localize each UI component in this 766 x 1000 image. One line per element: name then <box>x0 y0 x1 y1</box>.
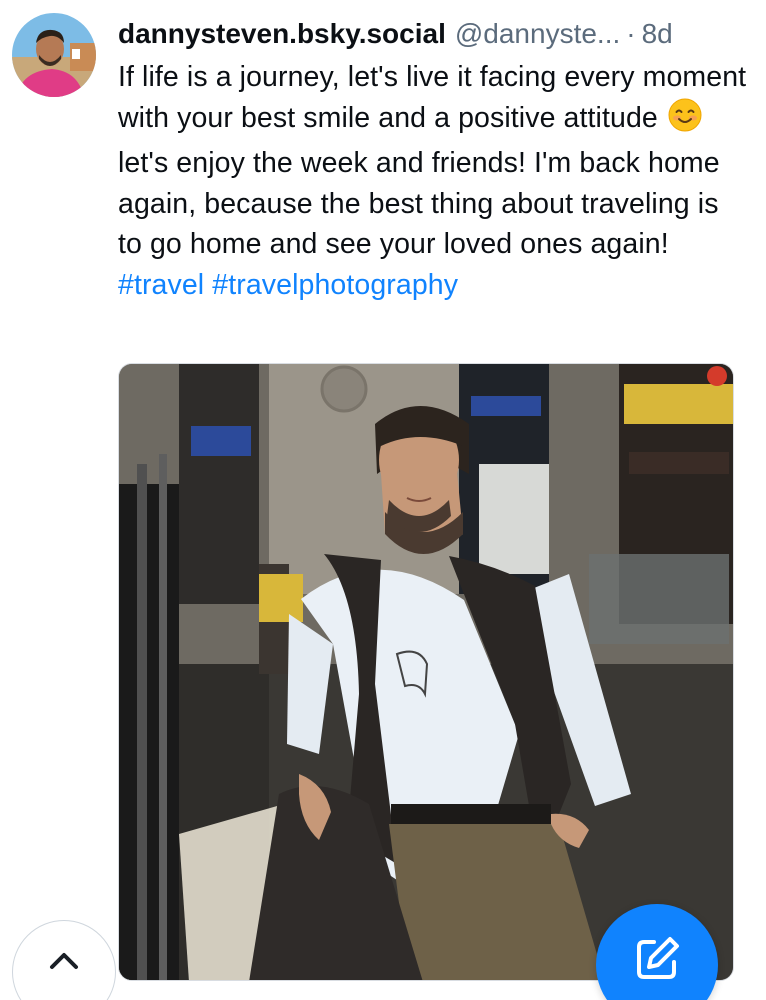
handle[interactable]: @dannyste... <box>455 14 620 54</box>
post-image[interactable] <box>118 363 734 981</box>
smiling-face-icon <box>668 98 702 144</box>
post-header: dannysteven.bsky.social @dannyste... · 8… <box>118 14 748 54</box>
scroll-to-top-button[interactable] <box>12 920 116 1000</box>
post-text-part-2: let's enjoy the week and friends! I'm ba… <box>118 147 720 260</box>
post-text-part-1: If life is a journey, let's live it faci… <box>118 61 747 134</box>
chevron-up-icon <box>48 949 80 1000</box>
separator: · <box>626 18 636 49</box>
hashtag-travelphotography[interactable]: #travelphotography <box>212 269 458 301</box>
post: dannysteven.bsky.social @dannyste... · 8… <box>0 0 766 1000</box>
avatar[interactable] <box>12 13 96 97</box>
compose-icon <box>632 934 682 1000</box>
hashtag-travel[interactable]: #travel <box>118 269 204 301</box>
post-text: If life is a journey, let's live it faci… <box>118 57 748 305</box>
timestamp[interactable]: 8d <box>642 14 673 54</box>
display-name[interactable]: dannysteven.bsky.social <box>118 14 446 54</box>
